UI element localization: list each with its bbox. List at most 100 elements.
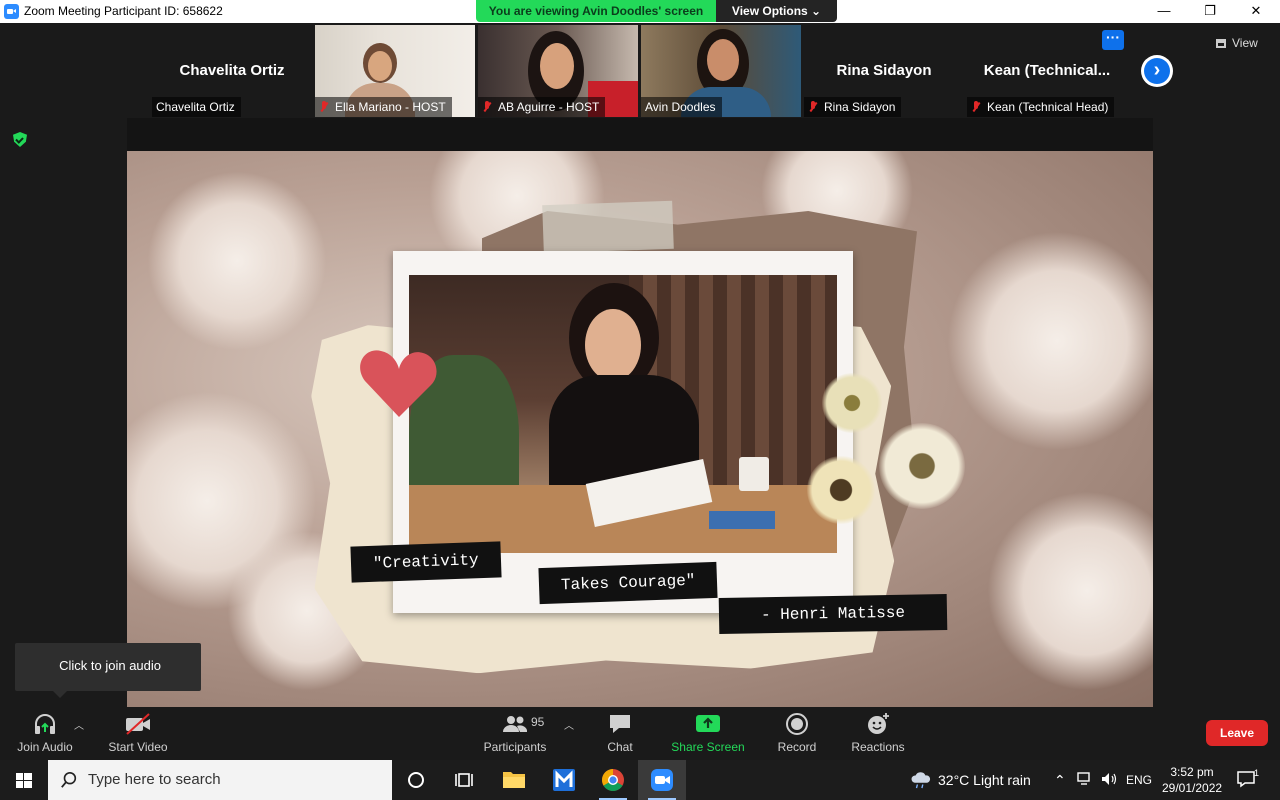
task-view-button[interactable] bbox=[392, 760, 440, 800]
video-off-icon bbox=[126, 713, 150, 735]
join-audio-tooltip: Click to join audio bbox=[15, 643, 201, 698]
participants-icon bbox=[503, 716, 528, 732]
mic-muted-icon bbox=[971, 101, 981, 113]
cortana-circle-icon bbox=[408, 772, 424, 788]
clock[interactable]: 3:52 pm 29/01/2022 bbox=[1162, 760, 1222, 800]
m-app-icon bbox=[553, 769, 575, 791]
participant-tile[interactable]: Rina Sidayon Rina Sidayon bbox=[804, 25, 964, 117]
windows-logo-icon bbox=[16, 773, 32, 788]
windows-taskbar: Type here to search 32°C Light rain ⌃ EN… bbox=[0, 760, 1280, 800]
dried-flower bbox=[879, 423, 965, 509]
reactions-button[interactable]: Reactions bbox=[848, 712, 908, 758]
chrome-app[interactable] bbox=[589, 760, 637, 800]
participant-name: Chavelita Ortiz bbox=[156, 100, 235, 114]
zoom-taskbar-app[interactable] bbox=[638, 760, 686, 800]
meeting-toolbar: Join Audio ︿ Start Video Participants ︿ … bbox=[0, 707, 1280, 760]
participant-name: Ella Mariano - HOST bbox=[335, 100, 446, 114]
heart-sticker bbox=[360, 350, 437, 417]
record-button[interactable]: Record bbox=[774, 712, 820, 758]
folder-icon bbox=[503, 772, 525, 788]
mic-muted-icon bbox=[482, 101, 492, 113]
participant-name-tag: Kean (Technical Head) bbox=[967, 97, 1115, 117]
quote-author: - Henri Matisse bbox=[718, 594, 948, 634]
participant-name-tag: Rina Sidayon bbox=[804, 97, 902, 117]
dried-flower bbox=[807, 456, 875, 524]
headphones-icon bbox=[35, 714, 55, 734]
notification-count: 1 bbox=[1254, 768, 1260, 778]
tape-strip bbox=[542, 200, 674, 254]
notification-center-button[interactable]: 1 bbox=[1236, 760, 1266, 800]
rain-cloud-icon bbox=[911, 772, 931, 789]
chevron-up-icon[interactable]: ︿ bbox=[564, 717, 574, 732]
task-view-button[interactable] bbox=[440, 760, 488, 800]
task-view-icon bbox=[455, 773, 473, 787]
start-video-button[interactable]: Start Video bbox=[104, 712, 172, 758]
participant-tile[interactable]: AB Aguirre - HOST bbox=[478, 25, 638, 117]
zoom-icon bbox=[651, 769, 673, 791]
reactions-label: Reactions bbox=[851, 740, 905, 754]
leave-button[interactable]: Leave bbox=[1206, 720, 1268, 746]
participant-name-tag: Avin Doodles bbox=[641, 97, 722, 117]
view-button[interactable]: View bbox=[1216, 32, 1272, 54]
grid-view-icon bbox=[1216, 39, 1226, 48]
window-title: Zoom Meeting Participant ID: 658622 bbox=[24, 4, 223, 18]
participant-display-name: Chavelita Ortiz bbox=[179, 62, 285, 79]
smiley-plus-icon bbox=[868, 713, 889, 734]
search-placeholder: Type here to search bbox=[88, 771, 221, 788]
start-video-label: Start Video bbox=[108, 740, 168, 754]
share-screen-icon bbox=[696, 715, 720, 732]
shared-screen: "Creativity Takes Courage" - Henri Matis… bbox=[127, 151, 1153, 707]
volume-icon[interactable] bbox=[1100, 760, 1118, 800]
windows-start-button[interactable] bbox=[0, 760, 48, 800]
view-label: View bbox=[1232, 36, 1258, 50]
share-screen-label: Share Screen bbox=[671, 740, 745, 754]
chevron-up-icon[interactable]: ︿ bbox=[74, 717, 84, 732]
chat-button[interactable]: Chat bbox=[600, 712, 640, 758]
weather-widget[interactable]: 32°C Light rain bbox=[910, 760, 1031, 800]
maxthon-app[interactable] bbox=[540, 760, 588, 800]
participants-label: Participants bbox=[483, 740, 547, 754]
chat-label: Chat bbox=[607, 740, 633, 754]
record-label: Record bbox=[777, 740, 817, 754]
clock-time: 3:52 pm bbox=[1170, 765, 1214, 779]
participant-name-tag: Ella Mariano - HOST bbox=[315, 97, 452, 117]
network-icon[interactable] bbox=[1076, 760, 1094, 800]
participant-display-name: Kean (Technical... bbox=[983, 62, 1111, 79]
clock-date: 29/01/2022 bbox=[1162, 781, 1223, 795]
close-button[interactable]: ✕ bbox=[1233, 0, 1279, 23]
search-icon bbox=[61, 771, 77, 788]
participant-tile[interactable]: Chavelita Ortiz Chavelita Ortiz bbox=[152, 25, 312, 117]
share-screen-button[interactable]: Share Screen bbox=[670, 712, 746, 758]
participant-display-name: Rina Sidayon bbox=[836, 62, 932, 79]
join-audio-label: Join Audio bbox=[17, 740, 73, 754]
ellipsis-icon[interactable]: ··· bbox=[1102, 30, 1124, 50]
mic-muted-icon bbox=[319, 101, 329, 113]
participant-name-tag: Chavelita Ortiz bbox=[152, 97, 241, 117]
join-audio-button[interactable]: Join Audio bbox=[12, 712, 78, 758]
screen-share-banner: You are viewing Avin Doodles' screen bbox=[476, 0, 716, 22]
participants-count-badge: 95 bbox=[531, 715, 545, 729]
chevron-right-icon[interactable]: › bbox=[1141, 55, 1173, 87]
participant-name: Kean (Technical Head) bbox=[987, 100, 1109, 114]
chevron-up-icon[interactable]: ⌃ bbox=[1054, 760, 1066, 800]
shared-screen-header bbox=[127, 118, 1153, 151]
participant-name: Avin Doodles bbox=[645, 100, 716, 114]
mic-muted-icon bbox=[808, 101, 818, 113]
participant-name: AB Aguirre - HOST bbox=[498, 100, 600, 114]
participant-tile-active-speaker[interactable]: Avin Doodles bbox=[641, 25, 801, 117]
artist-photo bbox=[409, 275, 837, 553]
taskbar-search-box[interactable]: Type here to search bbox=[48, 760, 392, 800]
restore-button[interactable]: ❐ bbox=[1187, 0, 1233, 23]
dried-flower bbox=[822, 373, 882, 433]
participant-tile[interactable]: Ella Mariano - HOST bbox=[315, 25, 475, 117]
notification-icon bbox=[1237, 771, 1255, 788]
quote-line-1: "Creativity bbox=[350, 541, 502, 583]
chrome-icon bbox=[602, 769, 624, 791]
participant-name-tag: AB Aguirre - HOST bbox=[478, 97, 606, 117]
file-explorer-app[interactable] bbox=[490, 760, 538, 800]
language-indicator[interactable]: ENG bbox=[1126, 760, 1152, 800]
minimize-button[interactable]: — bbox=[1141, 0, 1187, 23]
view-options-button[interactable]: View Options ⌄ bbox=[716, 0, 837, 22]
encryption-shield-icon[interactable] bbox=[13, 132, 27, 147]
weather-text: 32°C Light rain bbox=[938, 772, 1031, 788]
